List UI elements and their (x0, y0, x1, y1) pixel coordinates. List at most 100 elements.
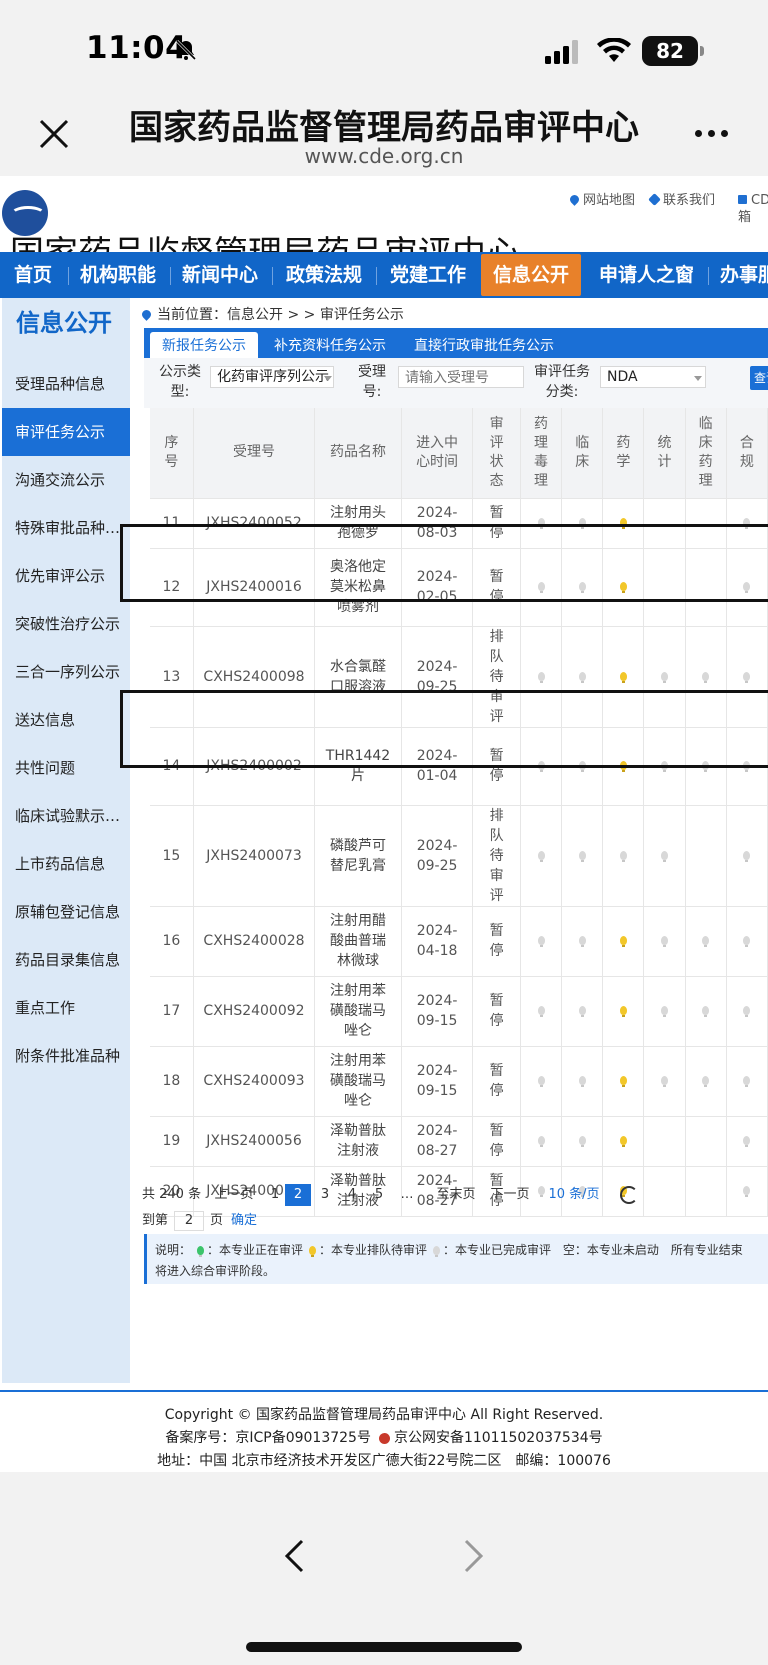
review-progress-cell (685, 1116, 727, 1167)
accept-no-label: 受理号: (358, 364, 386, 400)
review-progress-cell (602, 906, 645, 977)
sitemap-link[interactable]: 网站地图 (568, 192, 636, 209)
nav-institution[interactable]: 机构职能 (80, 252, 156, 298)
sidebar-item-drug-catalog[interactable]: 药品目录集信息 (2, 936, 130, 984)
prev-page-button[interactable]: 上一页 (204, 1184, 264, 1206)
table-row: 19 JXHS2400056 泽勒普肽注射液 2024-08-27 暂停 (150, 1116, 768, 1167)
back-arrow-icon[interactable] (282, 1538, 306, 1574)
site-header: 国家药品监督管理局药品审评中心 网站地图 联系我们 CDE信箱 (0, 176, 768, 252)
grey-bulb-icon (702, 1076, 710, 1087)
home-indicator[interactable] (246, 1642, 522, 1652)
col-header-pharmacy: 药学 (602, 408, 645, 499)
yellow-bulb-icon (309, 1246, 317, 1257)
grey-bulb-icon (743, 1076, 751, 1087)
nav-party[interactable]: 党建工作 (390, 252, 466, 298)
nav-info-public[interactable]: 信息公开 (481, 254, 582, 296)
grey-bulb-icon (537, 1006, 545, 1017)
sidebar-item-conditional[interactable]: 附条件批准品种 (2, 1032, 130, 1080)
nav-home[interactable]: 首页 (14, 252, 52, 298)
review-progress-cell (643, 906, 686, 977)
grey-bulb-icon (661, 1006, 669, 1017)
grey-bulb-icon (578, 671, 586, 683)
tab-new-tasks[interactable]: 新报任务公示 (150, 332, 258, 360)
search-button[interactable]: 查询 (750, 366, 768, 390)
page-button-5[interactable]: 5 (366, 1184, 392, 1206)
last-page-button[interactable]: 至末页 (428, 1184, 484, 1206)
nav-applicant[interactable]: 申请人之窗 (599, 252, 694, 298)
review-progress-cell (685, 805, 727, 907)
grey-bulb-icon (578, 1006, 586, 1017)
tab-direct-approval-tasks[interactable]: 直接行政审批任务公示 (414, 334, 554, 358)
review-progress-cell (561, 976, 604, 1047)
drug-name: 泽勒普肽注射液 (314, 1116, 402, 1167)
row-number: 17 (150, 976, 194, 1047)
accept-no: CXHS2400093 (193, 1046, 316, 1117)
site-footer: Copyright © 国家药品监督管理局药品审评中心 All Right Re… (0, 1392, 768, 1472)
row-number: 16 (150, 906, 194, 977)
refresh-icon[interactable] (620, 1186, 638, 1204)
nav-services[interactable]: 办事服务 (720, 252, 768, 298)
col-header-entry-time: 进入中心时间 (401, 408, 474, 499)
grey-bulb-icon (433, 1246, 441, 1257)
highlight-row-14 (120, 690, 768, 768)
page-button-4[interactable]: 4 (339, 1184, 365, 1206)
battery-indicator: 82 (642, 36, 704, 66)
review-progress-cell (561, 1116, 604, 1167)
col-header-clin-pharmacology: 临床药理 (685, 408, 727, 499)
tab-supplement-tasks[interactable]: 补充资料任务公示 (274, 334, 386, 358)
sidebar-item-breakthrough[interactable]: 突破性治疗公示 (2, 600, 130, 648)
mail-icon (738, 195, 747, 204)
page-button-3[interactable]: 3 (312, 1184, 338, 1206)
pagination: 共 240 条 上一页 1 2 3 4 5 … 至末页 下一页 10 条/页 (142, 1184, 768, 1208)
sidebar-item-delivery[interactable]: 送达信息 (2, 696, 130, 744)
sidebar-item-review-tasks[interactable]: 审评任务公示 (2, 408, 130, 456)
contact-link[interactable]: 联系我们 (648, 192, 716, 209)
task-type-select[interactable]: NDA (600, 366, 706, 388)
grey-bulb-icon (619, 850, 627, 862)
mailbox-link[interactable]: CDE信箱 (738, 192, 768, 226)
nav-policy[interactable]: 政策法规 (286, 252, 362, 298)
review-progress-cell (520, 976, 563, 1047)
next-page-button[interactable]: 下一页 (482, 1184, 538, 1206)
entry-date: 2024-09-15 (401, 976, 474, 1047)
sidebar-item-accepted[interactable]: 受理品种信息 (2, 360, 130, 408)
sidebar-item-clinical-trial[interactable]: 临床试验默示许可 (2, 792, 130, 840)
accept-no: JXHS2400073 (193, 805, 316, 907)
sidebar-title: 信息公开 (16, 309, 112, 337)
accept-no: CXHS2400028 (193, 906, 316, 977)
review-progress-cell (643, 1116, 686, 1167)
forward-arrow-icon[interactable] (462, 1538, 486, 1574)
map-pin-icon (568, 193, 581, 206)
sidebar-item-common-issues[interactable]: 共性问题 (2, 744, 130, 792)
phone-icon (648, 193, 661, 206)
accept-no-input[interactable] (398, 366, 524, 388)
sidebar-item-special-approval[interactable]: 特殊审批品种公示 (2, 504, 130, 552)
col-header-clinical: 临床 (561, 408, 604, 499)
sidebar-item-raw-materials[interactable]: 原辅包登记信息 (2, 888, 130, 936)
more-options-icon[interactable] (695, 122, 735, 137)
review-progress-cell (685, 1046, 727, 1117)
goto-page-input[interactable]: 2 (174, 1210, 205, 1231)
row-number: 19 (150, 1116, 194, 1167)
accept-no: CXHS2400092 (193, 976, 316, 1047)
nav-news[interactable]: 新闻中心 (182, 252, 258, 298)
filter-bar: 公示类型: 化药审评序列公示 受理号: 审评任务分类: NDA 查询 (144, 358, 768, 408)
type-select[interactable]: 化药审评序列公示 (210, 366, 334, 388)
police-badge-icon (378, 1432, 390, 1444)
sidebar-item-key-work[interactable]: 重点工作 (2, 984, 130, 1032)
grey-bulb-icon (661, 936, 669, 947)
sidebar-item-marketed-drugs[interactable]: 上市药品信息 (2, 840, 130, 888)
grey-bulb-icon (743, 671, 751, 683)
status-bar: 11:04 82 (0, 0, 768, 92)
sidebar-item-three-in-one[interactable]: 三合一序列公示 (2, 648, 130, 696)
review-progress-cell (520, 805, 563, 907)
row-number: 15 (150, 805, 194, 907)
sidebar-item-priority[interactable]: 优先审评公示 (2, 552, 130, 600)
yellow-bulb-icon (619, 671, 627, 683)
page-size-select[interactable]: 10 条/页 (540, 1184, 608, 1206)
sidebar-item-communication[interactable]: 沟通交流公示 (2, 456, 130, 504)
goto-confirm-button[interactable]: 确定 (231, 1213, 257, 1228)
page-button-2[interactable]: 2 (285, 1184, 311, 1206)
review-progress-cell (520, 1116, 563, 1167)
review-progress-cell (726, 1116, 768, 1167)
